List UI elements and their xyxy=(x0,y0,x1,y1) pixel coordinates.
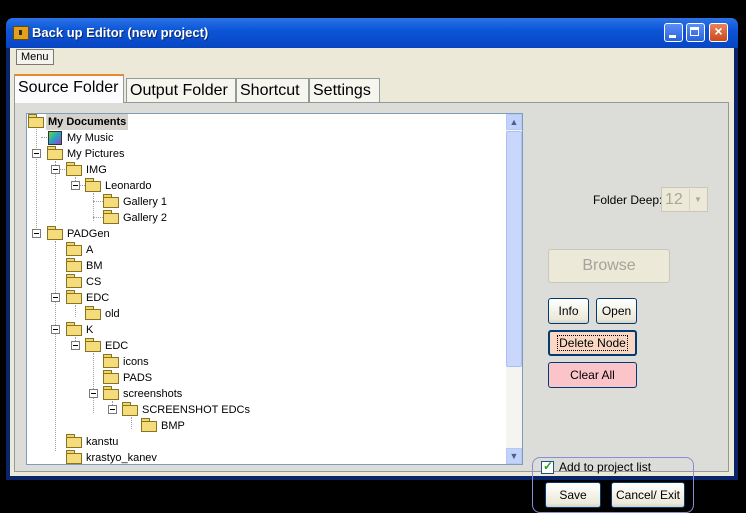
tree-node-cs[interactable]: CS xyxy=(66,274,103,290)
tree-node-old[interactable]: old xyxy=(85,306,122,322)
tree-node-krastyo-kanev[interactable]: krastyo_kanev xyxy=(66,450,159,464)
window-title: Back up Editor (new project) xyxy=(32,25,209,40)
chevron-down-icon: ▼ xyxy=(689,189,706,210)
tab-settings[interactable]: Settings xyxy=(309,78,380,102)
folder-icon xyxy=(103,210,119,224)
close-button[interactable]: × xyxy=(709,23,728,42)
tree-node-padgen[interactable]: PADGen xyxy=(47,226,112,242)
folder-tree[interactable]: My Documents My Music My Pictures IMG Le… xyxy=(26,113,523,465)
collapse-icon[interactable] xyxy=(32,229,41,238)
tab-source-folder[interactable]: Source Folder xyxy=(14,74,124,103)
tree-node-a[interactable]: A xyxy=(66,242,95,258)
folder-icon xyxy=(85,338,101,352)
menu-bar: Menu xyxy=(10,48,734,65)
tree-scrollbar[interactable]: ▲ ▼ xyxy=(506,114,522,464)
collapse-icon[interactable] xyxy=(108,405,117,414)
maximize-button[interactable] xyxy=(686,23,705,42)
folder-deep-label: Folder Deep: xyxy=(593,193,663,207)
clear-all-button[interactable]: Clear All xyxy=(548,362,637,388)
minimize-button[interactable] xyxy=(664,23,683,42)
folder-icon xyxy=(66,290,82,304)
collapse-icon[interactable] xyxy=(32,149,41,158)
tree-connector xyxy=(55,241,56,451)
music-folder-icon xyxy=(47,130,63,145)
folder-icon xyxy=(141,418,157,432)
cancel-exit-button[interactable]: Cancel/ Exit xyxy=(611,482,685,508)
folder-icon xyxy=(85,306,101,320)
folder-icon xyxy=(66,322,82,336)
folder-deep-select[interactable]: 12 ▼ xyxy=(661,187,708,212)
folder-icon xyxy=(122,402,138,416)
folder-icon xyxy=(103,370,119,384)
tree-node-img[interactable]: IMG xyxy=(66,162,109,178)
chevron-up-icon: ▲ xyxy=(509,117,519,127)
client-area: Menu Source Folder Output Folder Shortcu… xyxy=(10,48,734,513)
tree-node-leonardo[interactable]: Leonardo xyxy=(85,178,154,194)
tree-node-icons[interactable]: icons xyxy=(103,354,151,370)
folder-icon xyxy=(66,258,82,272)
folder-icon xyxy=(66,450,82,464)
safe-icon xyxy=(13,26,29,40)
tree-node-my-documents[interactable]: My Documents xyxy=(28,114,129,130)
tree-connector xyxy=(93,353,94,413)
close-icon: × xyxy=(714,23,723,39)
source-folder-panel: My Documents My Music My Pictures IMG Le… xyxy=(14,102,729,513)
tree-node-k-edc[interactable]: EDC xyxy=(85,338,130,354)
folder-icon xyxy=(66,434,82,448)
add-to-project-label: Add to project list xyxy=(559,460,652,474)
add-to-project-checkbox[interactable] xyxy=(541,459,554,474)
delete-node-button[interactable]: Delete Node xyxy=(548,330,637,356)
title-bar[interactable]: Back up Editor (new project) × xyxy=(6,18,738,48)
info-button[interactable]: Info xyxy=(548,298,589,324)
tab-output-folder[interactable]: Output Folder xyxy=(126,78,236,102)
scroll-down-button[interactable]: ▼ xyxy=(506,448,522,464)
folder-icon xyxy=(47,146,63,160)
save-button[interactable]: Save xyxy=(545,482,601,508)
tree-node-kanstu[interactable]: kanstu xyxy=(66,434,120,450)
scroll-up-button[interactable]: ▲ xyxy=(506,114,522,130)
tree-node-bmp[interactable]: BMP xyxy=(141,418,187,434)
tree-connector xyxy=(36,129,37,236)
delete-node-label: Delete Node xyxy=(557,335,628,351)
collapse-icon[interactable] xyxy=(51,293,60,302)
folder-icon xyxy=(103,354,119,368)
folder-icon xyxy=(28,114,44,128)
folder-deep-value: 12 xyxy=(665,191,683,208)
open-button[interactable]: Open xyxy=(596,298,637,324)
chevron-down-icon: ▼ xyxy=(509,451,519,461)
folder-icon xyxy=(85,178,101,192)
tree-node-screenshot-edcs[interactable]: SCREENSHOT EDCs xyxy=(122,402,252,418)
folder-icon xyxy=(47,226,63,240)
folder-icon xyxy=(103,386,119,400)
tree-connector xyxy=(75,305,76,317)
tree-node-pads[interactable]: PADS xyxy=(103,370,154,386)
app-window: Back up Editor (new project) × Menu Sour… xyxy=(6,18,738,513)
tree-node-bm[interactable]: BM xyxy=(66,258,105,274)
scroll-thumb[interactable] xyxy=(506,131,522,367)
folder-icon xyxy=(66,242,82,256)
folder-icon xyxy=(103,194,119,208)
tree-node-edc[interactable]: EDC xyxy=(66,290,111,306)
collapse-icon[interactable] xyxy=(51,165,60,174)
collapse-icon[interactable] xyxy=(51,325,60,334)
tab-shortcut[interactable]: Shortcut xyxy=(236,78,309,102)
collapse-icon[interactable] xyxy=(71,341,80,350)
browse-button[interactable]: Browse xyxy=(548,249,670,283)
collapse-icon[interactable] xyxy=(71,181,80,190)
tree-node-my-music[interactable]: My Music xyxy=(47,130,115,146)
tree-node-screenshots[interactable]: screenshots xyxy=(103,386,184,402)
collapse-icon[interactable] xyxy=(89,389,98,398)
tree-node-k[interactable]: K xyxy=(66,322,95,338)
tree-node-my-pictures[interactable]: My Pictures xyxy=(47,146,126,162)
tree-connector xyxy=(93,217,103,218)
tree-node-gallery-2[interactable]: Gallery 2 xyxy=(103,210,169,226)
menu-item-menu[interactable]: Menu xyxy=(16,49,54,65)
folder-icon xyxy=(66,274,82,288)
tree-connector xyxy=(131,417,132,429)
tree-connector xyxy=(93,201,103,202)
folder-icon xyxy=(66,162,82,176)
tree-node-gallery-1[interactable]: Gallery 1 xyxy=(103,194,169,210)
